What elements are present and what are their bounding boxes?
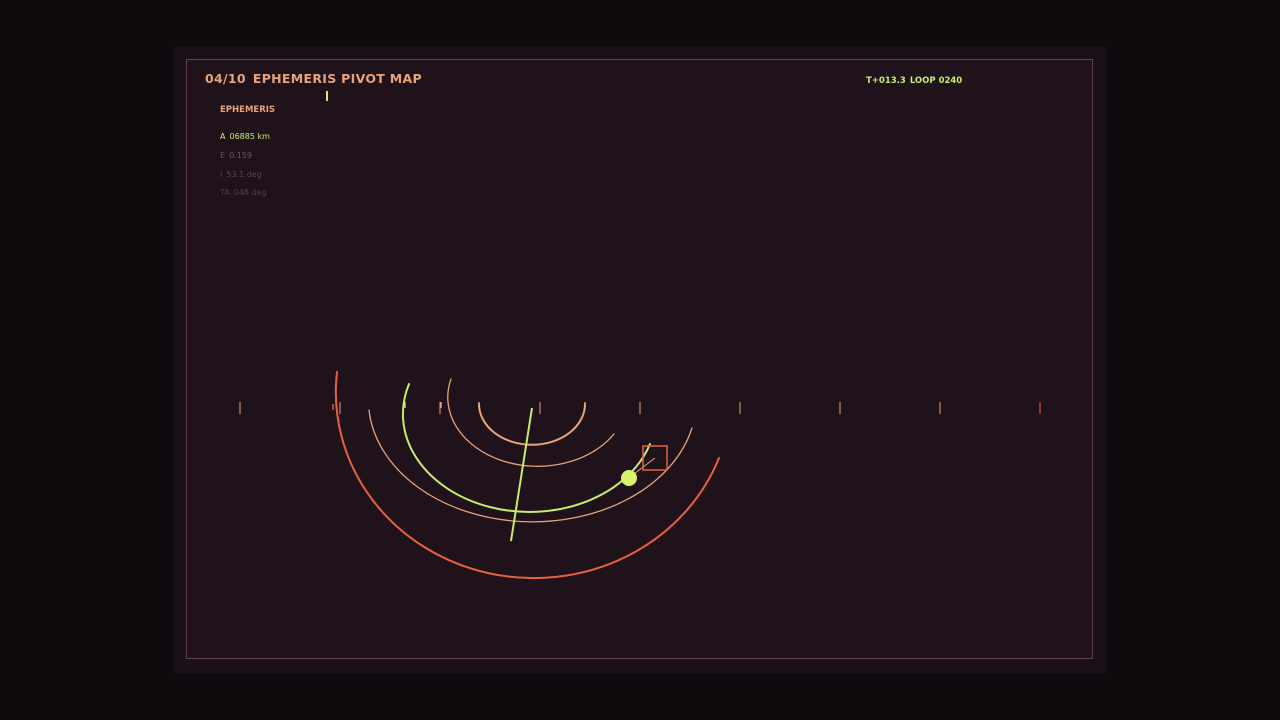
orbit-plot	[239, 371, 1041, 580]
satellite-marker	[621, 470, 637, 486]
axis-ticks	[239, 402, 1041, 414]
orbit-ring-second	[447, 378, 615, 467]
orbit-rings	[334, 371, 720, 580]
ring-markers	[332, 402, 586, 410]
